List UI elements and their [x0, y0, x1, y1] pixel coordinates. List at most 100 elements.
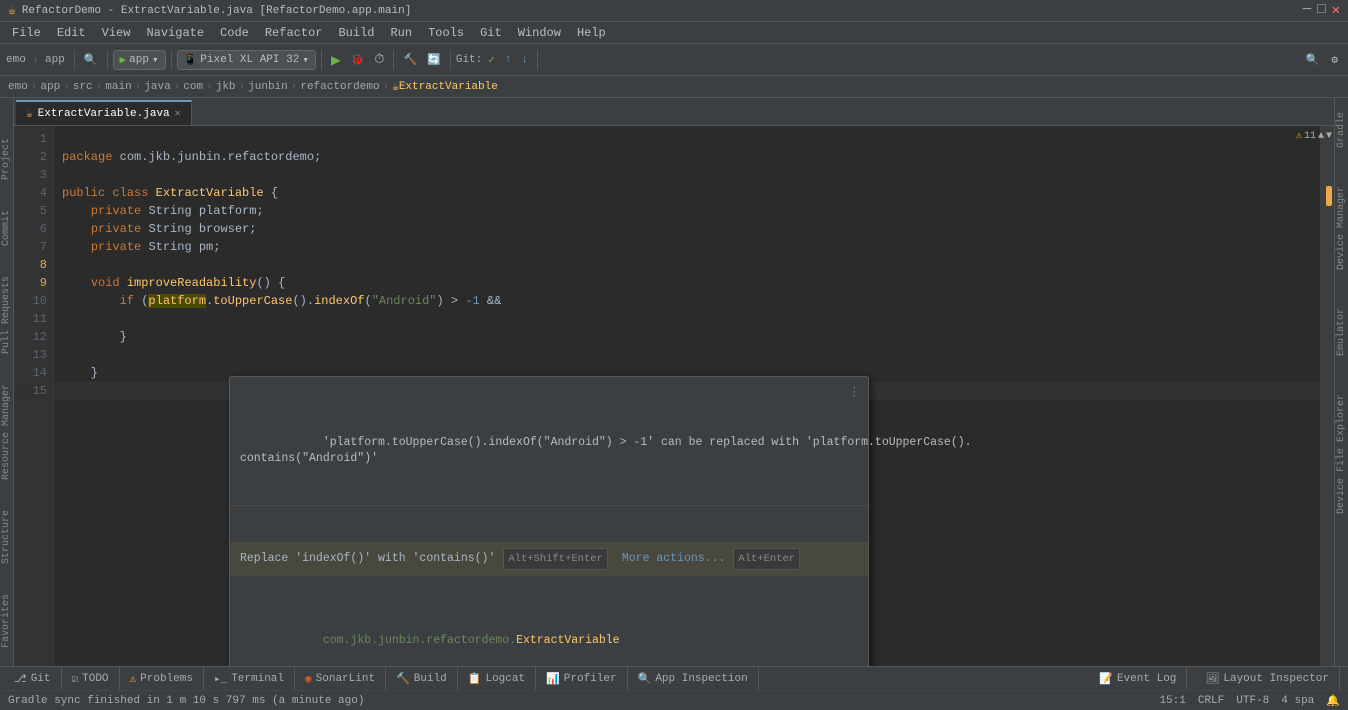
logcat-icon: 📋	[468, 672, 482, 686]
breadcrumb-demo[interactable]: emo	[8, 81, 28, 93]
status-message: Gradle sync finished in 1 m 10 s 797 ms …	[8, 695, 364, 707]
search-everywhere-btn[interactable]: 🔍	[80, 51, 102, 69]
run-config-label: app	[129, 54, 149, 66]
menu-run[interactable]: Run	[382, 22, 420, 43]
status-right: 15:1 CRLF UTF-8 4 spa 🔔	[1159, 694, 1340, 708]
toolbar-sep-3	[171, 50, 172, 70]
more-actions-link[interactable]: More actions...	[622, 550, 726, 568]
code-editor[interactable]: 1 2 3 4 5 6 7 8 9 10 11 12 13 14 15 pack…	[14, 126, 1334, 666]
search-btn[interactable]: 🔍	[1302, 51, 1324, 69]
run-config-chevron-icon: ▾	[152, 53, 159, 67]
panel-emulator[interactable]: Emulator	[1336, 304, 1347, 360]
autocomplete-header: 'platform.toUpperCase().indexOf("Android…	[230, 413, 868, 506]
git-pull-btn[interactable]: ↓	[517, 52, 532, 68]
tab-close-button[interactable]: ✕	[175, 108, 181, 120]
menu-code[interactable]: Code	[212, 22, 257, 43]
maximize-button[interactable]: □	[1317, 2, 1325, 19]
breadcrumb-java[interactable]: java	[144, 81, 170, 93]
bottom-tab-layout[interactable]: 🖼 Layout Inspector	[1195, 667, 1340, 691]
bottom-tab-terminal[interactable]: ▸_ Terminal	[204, 667, 295, 691]
debug-button[interactable]: 🐞	[347, 51, 369, 69]
bottom-tab-profiler[interactable]: 📊 Profiler	[536, 667, 628, 691]
title-bar-title: RefactorDemo - ExtractVariable.java [Ref…	[22, 5, 411, 17]
breadcrumb-refactordemo[interactable]: refactordemo	[300, 81, 379, 93]
git-push-btn[interactable]: ↑	[501, 52, 516, 68]
profile-button[interactable]: ⏱	[370, 50, 388, 69]
git-icon: ⎇	[14, 672, 27, 686]
tab-java-icon: ☕	[26, 107, 33, 121]
cursor-position: 15:1	[1159, 695, 1185, 707]
menu-navigate[interactable]: Navigate	[138, 22, 212, 43]
menu-window[interactable]: Window	[510, 22, 569, 43]
menu-help[interactable]: Help	[569, 22, 614, 43]
toolbar-sep-6	[450, 50, 451, 70]
left-panel: Project Commit Pull Requests Resource Ma…	[0, 98, 14, 666]
more-actions-key[interactable]: Alt+Enter	[733, 548, 800, 570]
code-content[interactable]: package com.jkb.junbin.refactordemo; pub…	[54, 126, 1320, 666]
panel-favorites[interactable]: Favorites	[1, 594, 12, 648]
charset: UTF-8	[1236, 695, 1269, 707]
panel-commit[interactable]: Commit	[1, 210, 12, 246]
breadcrumb-class[interactable]: ExtractVariable	[399, 81, 498, 93]
device-dropdown[interactable]: 📱 Pixel XL API 32 ▾	[177, 50, 316, 70]
run-button[interactable]: ▶	[327, 48, 345, 72]
bottom-tab-build[interactable]: 🔨 Build	[386, 667, 458, 691]
line-numbers: 1 2 3 4 5 6 7 8 9 10 11 12 13 14 15	[14, 126, 54, 666]
eventlog-icon: 📝	[1099, 672, 1113, 686]
breadcrumb-app[interactable]: app	[40, 81, 60, 93]
autocomplete-popup: 'platform.toUpperCase().indexOf("Android…	[229, 376, 869, 666]
chevron-down-icon[interactable]: ▼	[1326, 131, 1332, 142]
close-button[interactable]: ✕	[1332, 2, 1340, 19]
minimize-button[interactable]: ─	[1303, 2, 1311, 19]
breadcrumb-src[interactable]: src	[73, 81, 93, 93]
menu-view[interactable]: View	[94, 22, 139, 43]
bottom-tab-problems[interactable]: ⚠ Problems	[120, 667, 204, 691]
breadcrumb-jkb[interactable]: jkb	[216, 81, 236, 93]
bottom-tab-logcat[interactable]: 📋 Logcat	[458, 667, 536, 691]
panel-project[interactable]: Project	[1, 138, 12, 180]
bottom-tab-eventlog[interactable]: 📝 Event Log	[1089, 667, 1187, 691]
module-label: app	[45, 54, 65, 66]
build-btn[interactable]: 🔨	[399, 51, 421, 69]
autocomplete-header-text: 'platform.toUpperCase().indexOf("Android…	[240, 436, 972, 465]
settings-btn[interactable]: ⚙	[1327, 51, 1342, 69]
device-icon: 📱	[184, 53, 198, 67]
breadcrumb-com[interactable]: com	[183, 81, 203, 93]
bottom-tab-git[interactable]: ⎇ Git	[4, 667, 62, 691]
todo-icon: ☑	[72, 672, 79, 686]
breadcrumb-junbin[interactable]: junbin	[248, 81, 288, 93]
autocomplete-menu-icon[interactable]: ⋮	[849, 385, 861, 401]
device-label: Pixel XL API 32	[200, 54, 299, 66]
device-chevron-icon: ▾	[302, 53, 309, 67]
breadcrumb-main[interactable]: main	[105, 81, 131, 93]
sonar-icon: ◉	[305, 672, 312, 686]
git-commit-btn[interactable]: ✓	[484, 51, 499, 69]
menu-file[interactable]: File	[4, 22, 49, 43]
chevron-up-icon[interactable]: ▲	[1318, 131, 1324, 142]
bottom-tabs: ⎇ Git ☑ TODO ⚠ Problems ▸_ Terminal ◉ So…	[0, 667, 1081, 691]
warning-count-area: ⚠ 11 ▲ ▼	[1294, 128, 1334, 144]
item-package: com.jkb.junbin.refactordemo.	[323, 634, 516, 647]
menu-build[interactable]: Build	[330, 22, 382, 43]
run-config-dropdown[interactable]: ▶ app ▾	[113, 50, 166, 70]
menu-tools[interactable]: Tools	[420, 22, 472, 43]
autocomplete-item-0[interactable]: com.jkb.junbin.refactordemo.ExtractVaria…	[230, 612, 868, 666]
menu-refactor[interactable]: Refactor	[257, 22, 331, 43]
menu-edit[interactable]: Edit	[49, 22, 94, 43]
menu-git[interactable]: Git	[472, 22, 510, 43]
panel-structure[interactable]: Structure	[1, 510, 12, 564]
bottom-tab-todo[interactable]: ☑ TODO	[62, 667, 120, 691]
panel-device-manager[interactable]: Device Manager	[1336, 182, 1347, 274]
tab-extractvariable[interactable]: ☕ ExtractVariable.java ✕	[16, 100, 192, 125]
bottom-tab-sonar[interactable]: ◉ SonarLint	[295, 667, 386, 691]
tab-filename: ExtractVariable.java	[38, 108, 170, 120]
panel-pullrequests[interactable]: Pull Requests	[1, 276, 12, 354]
bottom-status-right: 📝 Event Log 🖼 Layout Inspector	[1081, 667, 1348, 691]
main-area: Project Commit Pull Requests Resource Ma…	[0, 98, 1348, 666]
sync-btn[interactable]: 🔄	[423, 51, 445, 69]
panel-device-file-explorer[interactable]: Device File Explorer	[1336, 390, 1347, 518]
panel-resource[interactable]: Resource Manager	[1, 384, 12, 480]
panel-gradle[interactable]: Gradle	[1336, 108, 1347, 152]
action-key[interactable]: Alt+Shift+Enter	[503, 548, 608, 570]
bottom-tab-inspection[interactable]: 🔍 App Inspection	[628, 667, 759, 691]
